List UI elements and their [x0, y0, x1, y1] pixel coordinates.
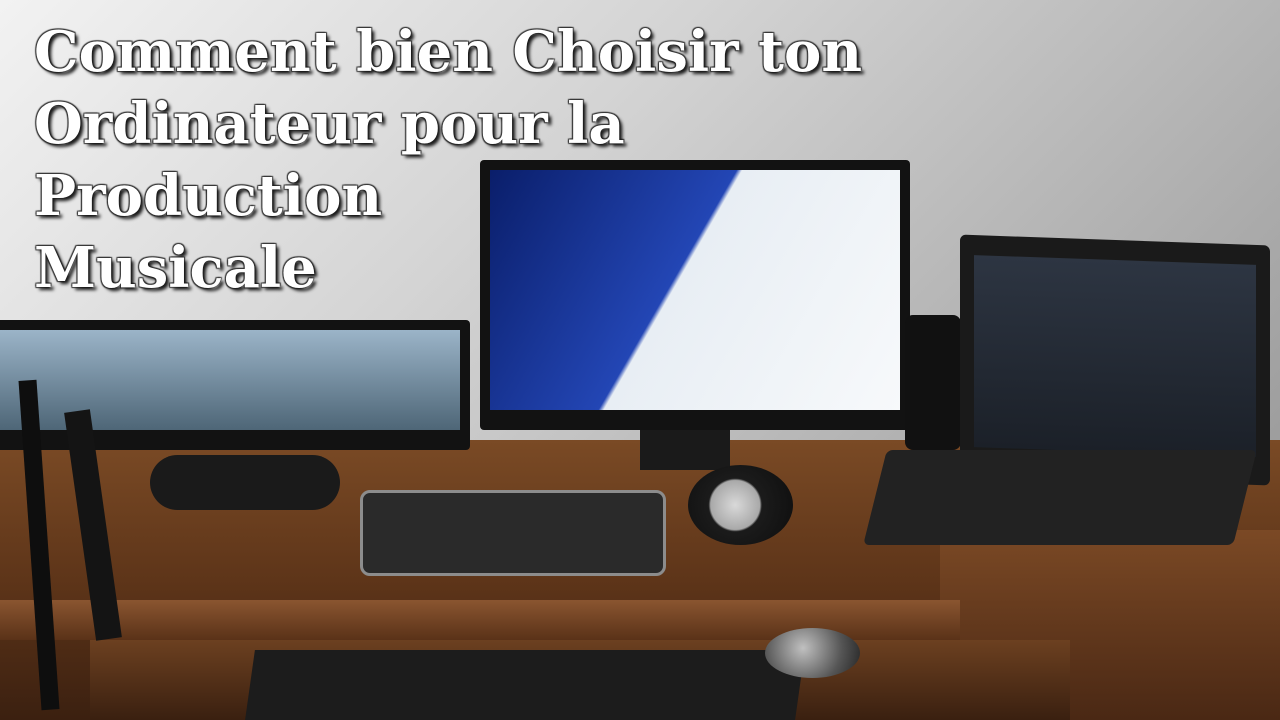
title-line-4: Musicale [34, 235, 317, 301]
dj-controller [360, 490, 666, 576]
laptop-keyboard-base [863, 450, 1257, 545]
page-title: Comment bien Choisir ton Ordinateur pour… [34, 16, 974, 304]
headphones [688, 465, 793, 545]
title-line-1: Comment bien Choisir ton [34, 19, 863, 85]
computer-mouse [765, 628, 860, 678]
center-monitor-stand [640, 430, 730, 470]
computer-keyboard [245, 650, 805, 720]
left-monitor-stand [150, 455, 340, 510]
laptop [960, 234, 1270, 486]
laptop-screen [974, 255, 1256, 457]
title-line-2: Ordinateur pour la [34, 91, 625, 157]
speaker [905, 315, 961, 450]
title-line-3: Production [34, 163, 383, 229]
